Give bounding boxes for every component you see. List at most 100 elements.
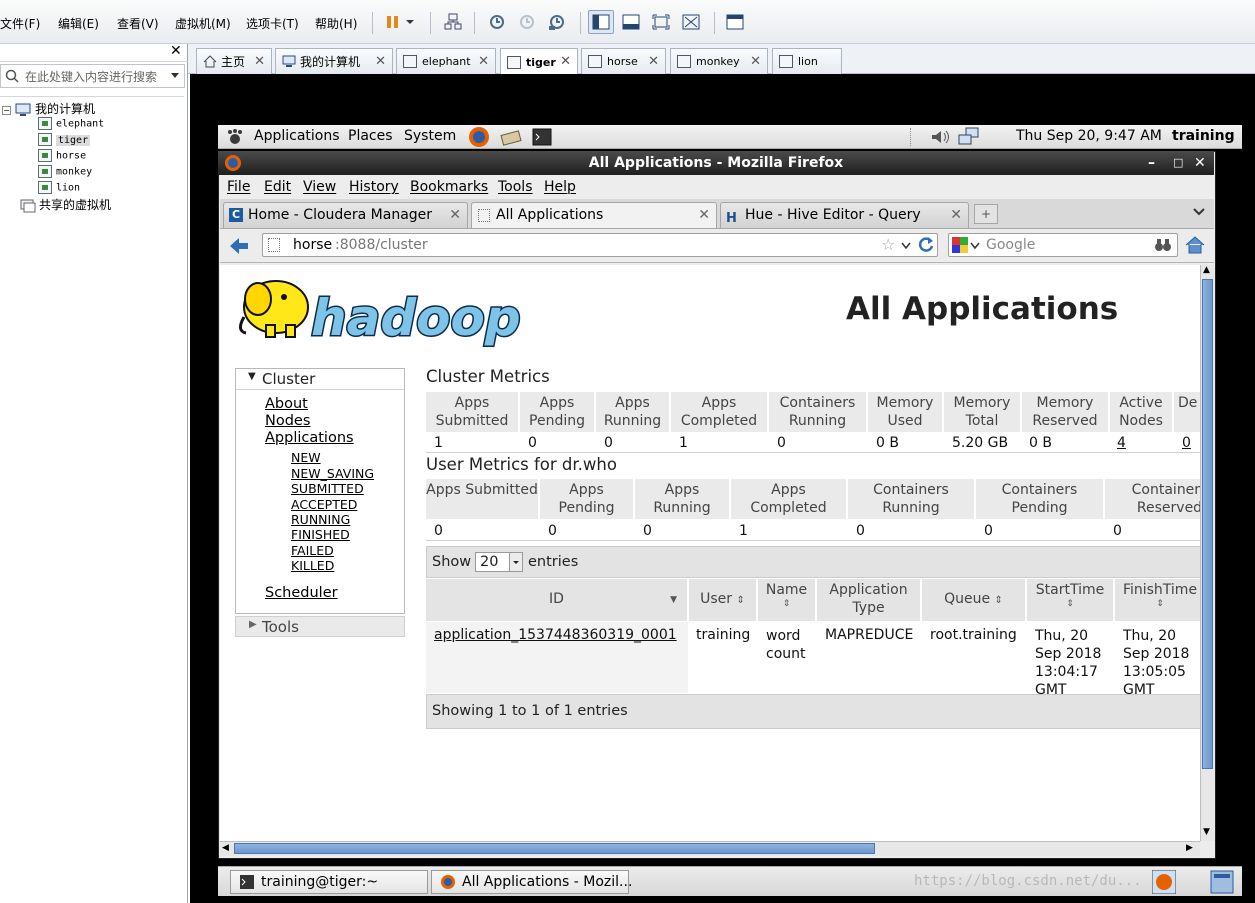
terminal-icon[interactable]: [532, 127, 552, 147]
close-icon[interactable]: ✕: [648, 54, 659, 69]
column-header-start-time[interactable]: StartTime ⇕: [1027, 579, 1114, 621]
fullscreen-icon[interactable]: [648, 10, 674, 34]
tab-horse[interactable]: horse ✕: [581, 48, 666, 74]
decommissioned-nodes-link[interactable]: 0: [1182, 435, 1191, 451]
nav-state-running[interactable]: RUNNING: [291, 512, 350, 527]
close-icon[interactable]: ✕: [560, 54, 571, 69]
nav-state-accepted[interactable]: ACCEPTED: [291, 497, 357, 512]
network-icon[interactable]: [958, 127, 980, 147]
gnome-user[interactable]: training: [1172, 128, 1235, 144]
tree-vm-horse[interactable]: horse: [38, 149, 86, 162]
back-arrow-icon[interactable]: [228, 235, 250, 257]
tree-vm-lion[interactable]: lion: [38, 181, 80, 194]
nav-link-nodes[interactable]: Nodes: [265, 413, 310, 429]
nav-state-killed[interactable]: KILLED: [291, 558, 334, 573]
mail-icon[interactable]: [500, 128, 522, 146]
show-desktop-icon[interactable]: [1210, 870, 1234, 894]
console-view-icon[interactable]: [722, 10, 748, 34]
close-icon[interactable]: ✕: [950, 203, 962, 227]
vertical-scroll-thumb[interactable]: [1202, 279, 1213, 769]
tree-shared-vms[interactable]: 共享的虚拟机: [20, 196, 111, 213]
firefox-icon[interactable]: [468, 126, 490, 148]
scroll-up-icon[interactable]: ▲: [1203, 265, 1210, 275]
close-icon[interactable]: ✕: [375, 54, 386, 69]
entries-select[interactable]: 20: [475, 552, 523, 572]
close-icon[interactable]: ✕: [698, 203, 710, 227]
tab-monkey[interactable]: monkey ✕: [670, 48, 768, 74]
nav-state-failed[interactable]: FAILED: [291, 543, 334, 558]
unity-icon[interactable]: [678, 10, 704, 34]
close-icon[interactable]: ✕: [170, 43, 182, 59]
firefox-tray-icon[interactable]: [1152, 870, 1176, 894]
network-icon[interactable]: [440, 10, 466, 34]
tab-hue-hive-editor[interactable]: H Hue - Hive Editor - Query ✕: [720, 202, 969, 228]
tree-vm-monkey[interactable]: monkey: [38, 165, 92, 178]
gnome-system-menu[interactable]: System: [404, 128, 456, 144]
scroll-right-icon[interactable]: ▶: [1186, 843, 1193, 853]
chevron-down-icon[interactable]: [402, 10, 418, 34]
menu-view[interactable]: View: [303, 179, 336, 195]
nav-link-applications[interactable]: Applications: [265, 430, 354, 446]
menu-file[interactable]: 文件(F): [0, 15, 40, 32]
column-header-application-type[interactable]: Application Type: [817, 579, 921, 621]
menu-edit[interactable]: 编辑(E): [58, 15, 99, 32]
menu-file[interactable]: File: [227, 179, 250, 195]
vertical-scrollbar[interactable]: ▲ ▼: [1200, 265, 1214, 841]
gnome-applications-menu[interactable]: Applications: [254, 128, 340, 144]
menu-tools[interactable]: Tools: [498, 179, 533, 195]
tab-tiger[interactable]: tiger ✕: [500, 48, 578, 75]
column-header-name[interactable]: Name ⇕: [758, 579, 816, 621]
application-id-link[interactable]: application_1537448360319_0001: [434, 627, 677, 643]
nav-state-finished[interactable]: FINISHED: [291, 527, 350, 542]
binoculars-icon[interactable]: [1154, 237, 1172, 253]
task-terminal[interactable]: training@tiger:~: [230, 870, 428, 894]
show-library-icon[interactable]: [588, 10, 614, 34]
nav-tools-header[interactable]: ▶ Tools: [235, 616, 405, 637]
maximize-icon[interactable]: □: [1173, 151, 1183, 175]
nav-state-new-saving[interactable]: NEW_SAVING: [291, 466, 374, 481]
chevron-down-icon[interactable]: [901, 242, 911, 250]
chevron-down-icon[interactable]: [171, 73, 179, 79]
nav-link-scheduler[interactable]: Scheduler: [265, 585, 338, 601]
task-firefox[interactable]: All Applications - Mozil...: [431, 870, 632, 894]
tree-vm-elephant[interactable]: elephant: [38, 117, 104, 130]
nav-link-about[interactable]: About: [265, 396, 308, 412]
close-icon[interactable]: ✕: [750, 54, 761, 69]
tab-home[interactable]: 主页 ✕: [196, 48, 272, 74]
collapse-icon[interactable]: −: [2, 106, 11, 115]
star-icon[interactable]: ☆: [881, 235, 895, 254]
column-header-finish-time[interactable]: FinishTime ⇕: [1115, 579, 1200, 621]
thumbnail-bar-icon[interactable]: [618, 10, 644, 34]
url-bar[interactable]: horse :8088/cluster ☆: [262, 233, 938, 257]
menu-help[interactable]: 帮助(H): [315, 15, 357, 32]
tree-root-my-computer[interactable]: − 我的计算机: [2, 100, 95, 117]
volume-icon[interactable]: [930, 128, 952, 146]
menu-help[interactable]: Help: [544, 179, 576, 195]
scroll-left-icon[interactable]: ◀: [222, 843, 229, 853]
home-icon[interactable]: [1184, 234, 1206, 256]
tab-my-computer[interactable]: 我的计算机 ✕: [275, 48, 393, 74]
close-icon[interactable]: ✕: [254, 54, 265, 69]
horizontal-scrollbar[interactable]: ◀ ▶: [220, 841, 1200, 856]
column-header-id[interactable]: ID ▼: [426, 579, 688, 621]
tab-cloudera-manager[interactable]: C Home - Cloudera Manager ✕: [223, 202, 468, 228]
menu-vm[interactable]: 虚拟机(M): [175, 15, 231, 32]
menu-bookmarks[interactable]: Bookmarks: [410, 179, 488, 195]
close-icon[interactable]: ✕: [1194, 151, 1206, 175]
menu-history[interactable]: History: [349, 179, 399, 195]
library-search[interactable]: 在此处键入内容进行搜索: [0, 64, 185, 88]
search-bar[interactable]: Google: [948, 233, 1178, 257]
snapshot-manager-icon[interactable]: [544, 10, 570, 34]
active-nodes-link[interactable]: 4: [1117, 435, 1126, 451]
revert-snapshot-icon[interactable]: [514, 10, 540, 34]
menu-view[interactable]: 查看(V): [117, 15, 159, 32]
close-icon[interactable]: ✕: [449, 203, 461, 227]
tab-elephant[interactable]: elephant ✕: [396, 48, 496, 74]
column-header-queue[interactable]: Queue ⇕: [922, 579, 1026, 621]
horizontal-scroll-thumb[interactable]: [234, 843, 875, 854]
column-header-user[interactable]: User ⇕: [689, 579, 757, 621]
reload-icon[interactable]: [917, 236, 935, 254]
menu-edit[interactable]: Edit: [264, 179, 291, 195]
new-tab-button[interactable]: +: [974, 204, 998, 224]
snapshot-icon[interactable]: [484, 10, 510, 34]
